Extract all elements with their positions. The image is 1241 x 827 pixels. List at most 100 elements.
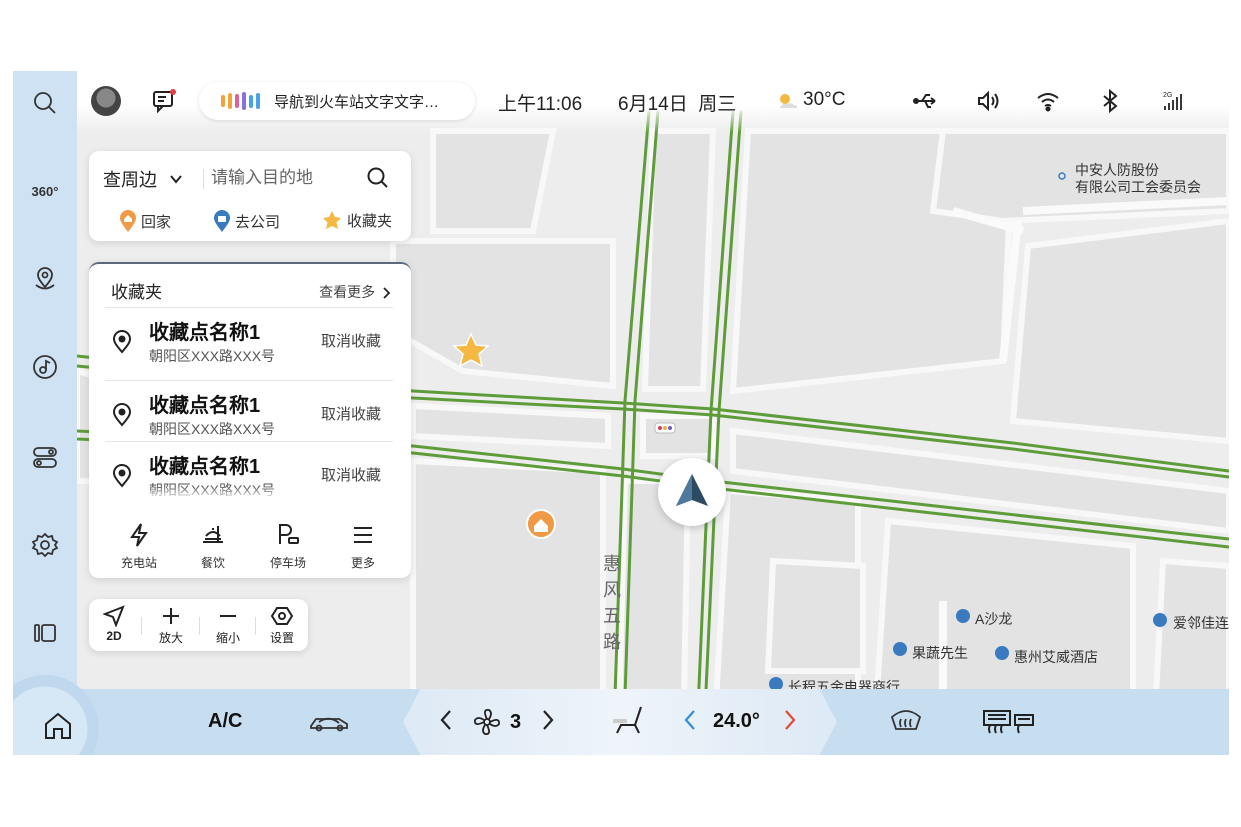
360-view-button[interactable]: 360° <box>23 169 67 213</box>
category-label: 充电站 <box>120 556 157 570</box>
category-label: 停车场 <box>269 556 306 570</box>
zoom-out-label: 缩小 <box>215 631 240 645</box>
temperature-setting: 24.0° <box>713 710 760 732</box>
front-defrost-icon[interactable] <box>889 707 923 737</box>
home-pin-icon <box>120 210 136 232</box>
message-icon[interactable] <box>151 88 177 114</box>
left-navigation-rail: 360° <box>13 71 77 689</box>
work-pin-icon <box>214 210 230 232</box>
poi-label[interactable]: 惠州艾威酒店 <box>1014 647 1098 667</box>
weather-sunny-icon <box>774 88 800 114</box>
music-icon[interactable] <box>23 345 67 389</box>
divider <box>199 617 200 635</box>
map-settings-button[interactable]: 设置 <box>260 605 304 646</box>
search-icon[interactable] <box>23 81 67 125</box>
car-infotainment-screen: 中安人防股份 有限公司工会委员会 A沙龙 爱邻佳连 果蔬先生 惠州艾威酒店 长程… <box>13 71 1229 755</box>
temp-increase-button[interactable] <box>783 709 797 738</box>
category-food[interactable]: 餐饮 <box>183 522 243 571</box>
divider <box>203 169 204 189</box>
poi-label[interactable]: 爱邻佳连 <box>1173 613 1229 633</box>
zoom-in-label: 放大 <box>158 631 183 645</box>
rear-defrost-icon[interactable] <box>981 707 1037 737</box>
unfavorite-button[interactable]: 取消收藏 <box>321 464 381 485</box>
voice-wave-icon <box>221 92 260 110</box>
favorites-panel: 收藏夹 查看更多 收藏点名称1 朝阳区XXX路XXX号 取消收藏 收藏点名称1 … <box>89 262 411 578</box>
volume-icon[interactable] <box>975 88 1001 114</box>
signal-2g-icon: 2G <box>1159 88 1185 114</box>
gear-icon[interactable] <box>23 523 67 567</box>
lightning-icon <box>130 523 148 547</box>
car-air-circulation-icon[interactable] <box>309 709 351 735</box>
location-pin-icon <box>112 403 132 427</box>
wifi-icon[interactable] <box>1035 88 1061 114</box>
divider <box>255 617 256 635</box>
star-icon <box>323 211 341 229</box>
unfavorite-button[interactable]: 取消收藏 <box>321 330 381 351</box>
food-icon <box>203 526 223 543</box>
category-parking[interactable]: 停车场 <box>258 522 318 571</box>
ac-button[interactable]: A/C <box>208 710 242 733</box>
poi-label[interactable]: A沙龙 <box>975 609 1012 629</box>
home-icon <box>45 712 71 739</box>
category-label: 更多 <box>350 556 375 570</box>
destination-search-input[interactable] <box>211 163 371 193</box>
favorite-name: 收藏点名称1 <box>149 395 261 417</box>
zoom-in-button[interactable]: 放大 <box>149 605 193 646</box>
view-more-link[interactable]: 查看更多 <box>319 282 391 302</box>
fan-level: 3 <box>510 711 522 733</box>
navigate-arrow-icon <box>103 605 125 627</box>
shortcut-label: 回家 <box>141 213 172 231</box>
plus-icon <box>163 608 179 624</box>
home-marker <box>526 509 556 539</box>
date-label: 6月14日 周三 <box>618 94 737 115</box>
poi-label[interactable]: 有限公司工会委员会 <box>1075 177 1201 197</box>
search-mode-dropdown[interactable]: 查周边 <box>103 166 184 192</box>
user-avatar[interactable] <box>91 86 121 116</box>
bluetooth-icon[interactable] <box>1097 88 1123 114</box>
seat-icon[interactable] <box>607 703 649 739</box>
current-location-arrow[interactable] <box>658 458 726 526</box>
shortcut-home[interactable]: 回家 <box>119 209 171 233</box>
shortcut-label: 收藏夹 <box>347 212 393 230</box>
360-view-label: 360° <box>31 183 59 199</box>
list-item[interactable]: 收藏点名称1 朝阳区XXX路XXX号 取消收藏 <box>105 380 393 446</box>
view-more-label: 查看更多 <box>319 284 376 300</box>
toggle-settings-icon[interactable] <box>23 435 67 479</box>
location-pin-icon <box>112 330 132 354</box>
poi-label[interactable]: 果蔬先生 <box>912 643 968 663</box>
list-item[interactable]: 收藏点名称1 朝阳区XXX路XXX号 取消收藏 <box>105 307 393 373</box>
search-icon[interactable] <box>365 165 391 191</box>
usb-icon <box>913 88 939 114</box>
shortcut-work[interactable]: 去公司 <box>213 209 280 233</box>
parking-icon <box>279 524 299 544</box>
divider <box>141 617 142 635</box>
category-charging[interactable]: 充电站 <box>109 522 169 571</box>
fan-increase-button[interactable] <box>541 709 555 738</box>
unfavorite-button[interactable]: 取消收藏 <box>321 403 381 424</box>
shortcut-favorites[interactable]: 收藏夹 <box>321 209 392 231</box>
category-label: 餐饮 <box>200 556 225 570</box>
apps-icon[interactable] <box>23 611 67 655</box>
search-card: 查周边 回家 去公司 收藏夹 <box>89 151 411 241</box>
voice-text: 导航到火车站文字文字… <box>274 93 440 111</box>
voice-assistant-pill[interactable]: 导航到火车站文字文字… <box>199 82 475 120</box>
climate-bar: A/C 3 24.0° <box>13 675 1229 755</box>
minus-icon <box>220 615 236 617</box>
fan-decrease-button[interactable] <box>439 709 453 738</box>
temp-decrease-button[interactable] <box>683 709 697 738</box>
category-more[interactable]: 更多 <box>333 522 393 571</box>
road-name-label: 惠风五路 <box>603 554 621 652</box>
menu-icon <box>354 527 372 543</box>
favorite-address: 朝阳区XXX路XXX号 <box>149 421 276 437</box>
favorite-name: 收藏点名称1 <box>149 322 261 344</box>
view-mode-button[interactable]: 2D <box>92 605 136 643</box>
chevron-down-icon <box>168 171 184 192</box>
clock-time: 上午11:06 <box>498 94 583 115</box>
chevron-right-icon <box>383 287 391 299</box>
favorite-name: 收藏点名称1 <box>149 456 261 478</box>
status-bar: 导航到火车站文字文字… 上午11:06 6月14日 周三 30°C 2G <box>77 71 1229 133</box>
shortcut-label: 去公司 <box>235 213 281 231</box>
location-pin-icon[interactable] <box>23 257 67 301</box>
svg-text:2G: 2G <box>1163 92 1172 99</box>
zoom-out-button[interactable]: 缩小 <box>206 605 250 646</box>
